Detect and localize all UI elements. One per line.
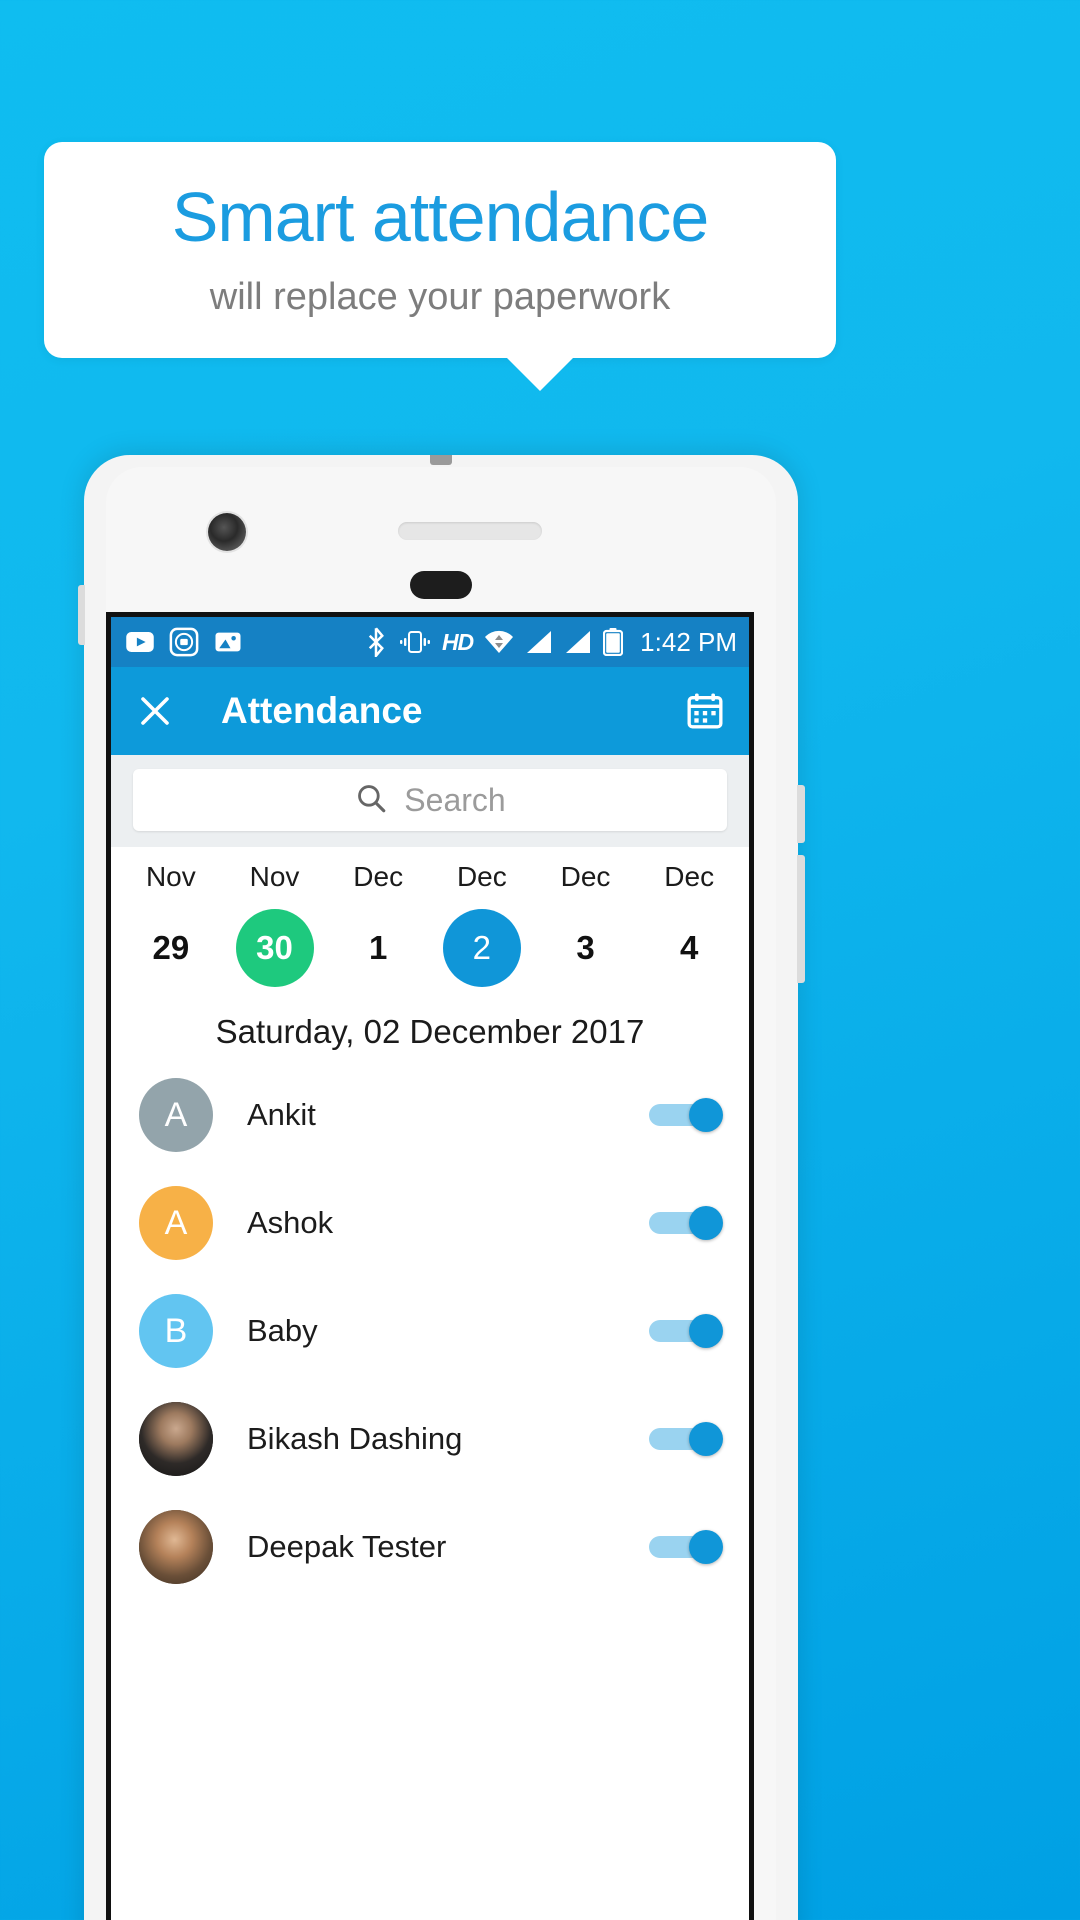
date-month-label: Dec	[664, 861, 715, 892]
date-number: 29	[152, 929, 190, 966]
signal-icon	[564, 629, 592, 655]
date-month-label: Dec	[456, 861, 507, 892]
avatar-initial: A	[164, 1203, 188, 1242]
earpiece-speaker	[398, 522, 542, 540]
date-cell[interactable]: Nov 29	[119, 861, 223, 987]
attendance-toggle[interactable]	[649, 1422, 723, 1456]
avatar: A	[139, 1078, 213, 1152]
list-item[interactable]: Deepak Tester	[111, 1493, 749, 1601]
youtube-icon	[125, 627, 155, 657]
avatar: A	[139, 1186, 213, 1260]
date-month-label: Nov	[249, 861, 300, 892]
person-name: Ankit	[247, 1097, 316, 1132]
vibrate-icon	[399, 629, 431, 655]
date-month-label: Nov	[145, 861, 196, 892]
hd-label: HD	[441, 628, 474, 655]
date-month-label: Dec	[353, 861, 404, 892]
list-item[interactable]: Bikash Dashing	[111, 1385, 749, 1493]
banner-title: Smart attendance	[171, 177, 710, 256]
list-item[interactable]: A Ashok	[111, 1169, 749, 1277]
page-title: Attendance	[221, 690, 423, 731]
avatar	[139, 1510, 213, 1584]
avatar: B	[139, 1294, 213, 1368]
attendance-toggle[interactable]	[649, 1206, 723, 1240]
phone-mockup: HD 1:42 PM Attendance Search Nov 29 Nov …	[78, 455, 805, 1920]
date-month-label: Dec	[560, 861, 611, 892]
avatar-initial: B	[164, 1311, 188, 1350]
date-cell-today[interactable]: Nov 30	[223, 861, 327, 987]
toggle-knob	[689, 1206, 723, 1240]
search-input[interactable]: Search	[133, 769, 727, 831]
close-icon[interactable]	[137, 693, 173, 729]
wifi-icon	[484, 629, 514, 655]
app-bar: Attendance	[111, 667, 749, 755]
date-cell-selected[interactable]: Dec 2	[430, 861, 534, 987]
date-number: 2	[472, 929, 492, 966]
person-name: Baby	[247, 1313, 318, 1348]
phone-power-button	[797, 855, 805, 983]
date-number-wrap: 2	[442, 909, 521, 987]
person-name: Bikash Dashing	[247, 1421, 463, 1456]
phone-left-button	[78, 585, 85, 645]
list-item[interactable]: B Baby	[111, 1277, 749, 1385]
person-name: Ashok	[247, 1205, 334, 1240]
avatar-photo	[139, 1402, 213, 1476]
attendance-list: A Ankit A Ashok B Baby Bikash Dashing De…	[111, 1061, 749, 1601]
front-camera-icon	[208, 513, 246, 551]
attendance-toggle[interactable]	[649, 1314, 723, 1348]
bluetooth-icon	[364, 627, 388, 657]
date-cell[interactable]: Dec 1	[326, 861, 430, 987]
attendance-toggle[interactable]	[649, 1098, 723, 1132]
toggle-knob	[689, 1314, 723, 1348]
toggle-knob	[689, 1422, 723, 1456]
phone-antenna-mark	[430, 455, 452, 465]
calendar-icon[interactable]	[685, 691, 725, 731]
date-number: 30	[256, 929, 293, 966]
signal-icon	[525, 629, 553, 655]
person-name: Deepak Tester	[247, 1529, 447, 1564]
banner-tail	[506, 357, 574, 391]
avatar	[139, 1402, 213, 1476]
selected-date-header: Saturday, 02 December 2017	[111, 993, 749, 1061]
toggle-knob	[689, 1098, 723, 1132]
status-bar-time: 1:42 PM	[640, 626, 737, 657]
date-number: 3	[576, 929, 595, 966]
front-sensor	[410, 571, 472, 599]
date-number-wrap: 29	[132, 909, 210, 987]
date-number-wrap: 4	[650, 909, 728, 987]
status-bar: HD 1:42 PM	[111, 617, 749, 667]
date-number-wrap: 3	[547, 909, 625, 987]
promo-banner: Smart attendance will replace your paper…	[44, 142, 836, 358]
phone-volume-button	[797, 785, 805, 843]
attendance-toggle[interactable]	[649, 1530, 723, 1564]
search-placeholder: Search	[404, 781, 506, 818]
date-strip: Nov 29 Nov 30 Dec 1 Dec 2 Dec 3 Dec 4	[111, 847, 749, 993]
search-bar-container: Search	[111, 755, 749, 847]
date-number: 4	[680, 929, 699, 966]
banner-subtitle: will replace your paperwork	[209, 276, 671, 319]
date-cell[interactable]: Dec 4	[637, 861, 741, 987]
avatar-initial: A	[164, 1095, 188, 1134]
date-cell[interactable]: Dec 3	[534, 861, 638, 987]
toggle-knob	[689, 1530, 723, 1564]
gallery-icon	[213, 627, 243, 657]
battery-icon	[603, 628, 624, 656]
list-item[interactable]: A Ankit	[111, 1061, 749, 1169]
search-icon	[354, 781, 388, 820]
phone-body: HD 1:42 PM Attendance Search Nov 29 Nov …	[106, 467, 776, 1920]
avatar-photo	[139, 1510, 213, 1584]
date-number: 1	[368, 929, 388, 966]
date-number-wrap: 30	[235, 909, 314, 987]
screen-recorder-icon	[169, 627, 199, 657]
date-number-wrap: 1	[339, 909, 417, 987]
phone-screen: HD 1:42 PM Attendance Search Nov 29 Nov …	[106, 612, 754, 1920]
